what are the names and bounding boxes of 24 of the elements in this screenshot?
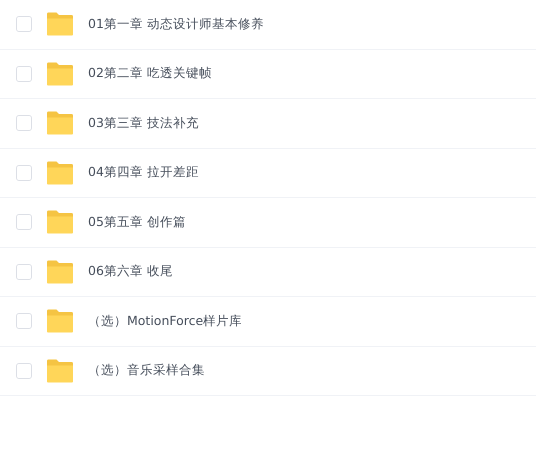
checkbox[interactable] (16, 66, 32, 82)
folder-name[interactable]: 04第四章 拉开差距 (88, 164, 199, 182)
folder-icon (46, 210, 74, 234)
folder-name[interactable]: （选）音乐采样合集 (88, 362, 205, 380)
folder-name[interactable]: 02第二章 吃透关键帧 (88, 65, 212, 82)
folder-name[interactable]: （选）MotionForce样片库 (88, 312, 242, 330)
checkbox[interactable] (16, 164, 32, 181)
folder-icon (46, 160, 74, 185)
folder-name[interactable]: 01第一章 动态设计师基本修养 (88, 16, 264, 33)
folder-icon (46, 111, 74, 136)
folder-icon (46, 12, 74, 36)
folder-icon (46, 309, 74, 334)
folder-name[interactable]: 05第五章 创作篇 (88, 214, 186, 231)
folder-name[interactable]: 06第六章 收尾 (88, 263, 173, 280)
folder-icon (46, 260, 74, 284)
folder-icon (46, 358, 74, 383)
folder-icon (46, 62, 74, 86)
checkbox[interactable] (16, 214, 32, 230)
checkbox[interactable] (16, 16, 32, 32)
checkbox[interactable] (16, 264, 32, 280)
checkbox[interactable] (16, 362, 32, 379)
checkbox[interactable] (16, 313, 32, 330)
folder-name[interactable]: 03第三章 技法补充 (88, 114, 199, 132)
checkbox[interactable] (16, 115, 32, 132)
